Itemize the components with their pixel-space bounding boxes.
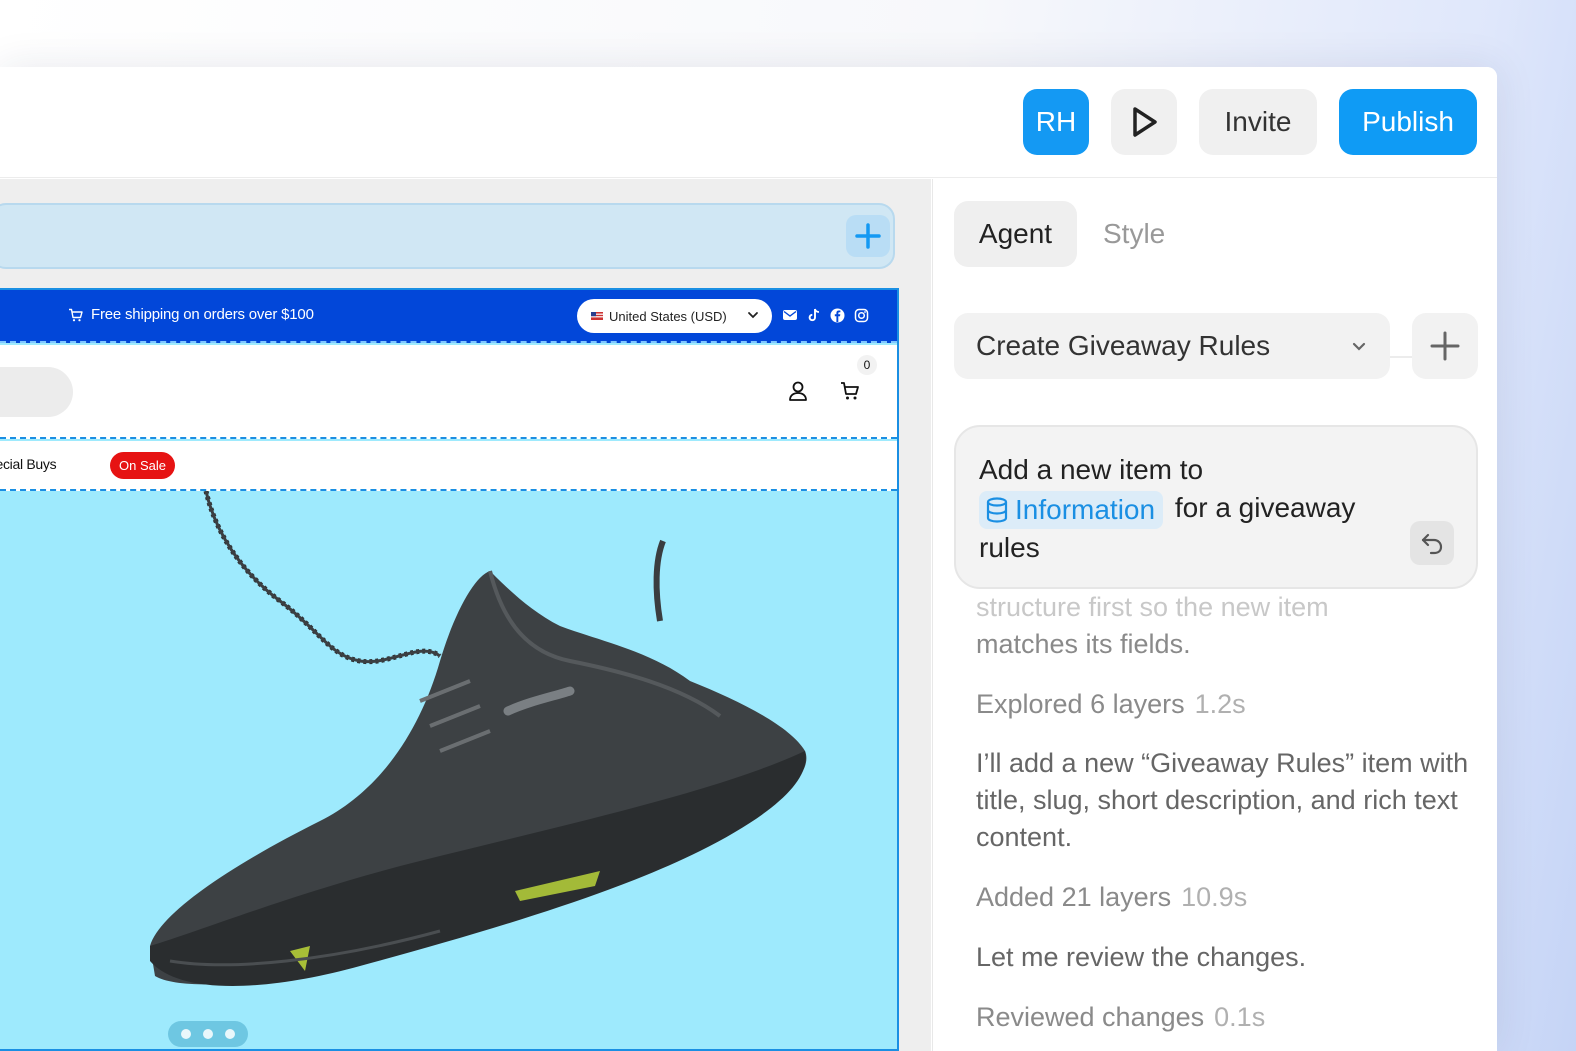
message-line-3: rules bbox=[979, 531, 1040, 563]
us-flag-icon bbox=[591, 312, 603, 320]
preview-button[interactable] bbox=[1111, 89, 1177, 155]
feed-step-reviewed: Reviewed changes 0.1s bbox=[976, 999, 1265, 1036]
tiktok-icon[interactable] bbox=[807, 308, 821, 322]
message-line-2: Information for a giveaway bbox=[979, 489, 1454, 529]
step-time: 0.1s bbox=[1214, 1002, 1266, 1032]
message-line-1: Add a new item to bbox=[979, 454, 1204, 485]
feed-step-explored: Explored 6 layers 1.2s bbox=[976, 686, 1246, 723]
country-label: United States (USD) bbox=[609, 308, 727, 324]
collection-chip-label: Information bbox=[1015, 493, 1156, 525]
task-select-label: Create Giveaway Rules bbox=[976, 330, 1271, 361]
carousel-dots[interactable] bbox=[168, 1021, 248, 1047]
instagram-icon[interactable] bbox=[854, 308, 869, 323]
agent-panel: Agent Style Create Giveaway Rules Add a … bbox=[932, 179, 1497, 1051]
feed-paragraph: I’ll add a new “Giveaway Rules” item wit… bbox=[976, 748, 1469, 852]
top-bar: RH Invite Publish bbox=[0, 67, 1497, 178]
on-sale-badge[interactable]: On Sale bbox=[110, 452, 175, 479]
shipping-notice: Free shipping on orders over $100 bbox=[68, 306, 314, 323]
facebook-icon[interactable] bbox=[830, 308, 845, 323]
mail-icon[interactable] bbox=[782, 308, 798, 322]
tab-agent[interactable]: Agent bbox=[954, 201, 1077, 267]
site-nav[interactable]: pecial Buys On Sale bbox=[0, 441, 897, 491]
undo-icon bbox=[1421, 533, 1443, 555]
canvas-area: Free shipping on orders over $100 United… bbox=[0, 179, 931, 1051]
account-icon[interactable] bbox=[788, 380, 808, 402]
feed-line: matches its fields. bbox=[976, 629, 1191, 659]
step-label: Explored 6 layers bbox=[976, 689, 1185, 719]
carousel-dot[interactable] bbox=[181, 1029, 191, 1039]
tab-style[interactable]: Style bbox=[1103, 201, 1165, 267]
play-icon bbox=[1133, 107, 1157, 137]
message-suffix: for a giveaway bbox=[1174, 492, 1356, 523]
chevron-down-icon bbox=[748, 312, 758, 319]
carousel-dot[interactable] bbox=[203, 1029, 213, 1039]
chevron-down-icon bbox=[1352, 342, 1366, 351]
new-task-button[interactable] bbox=[1412, 313, 1478, 379]
nav-item-special-buys[interactable]: pecial Buys bbox=[0, 456, 57, 472]
add-section-bar[interactable] bbox=[0, 203, 895, 269]
plus-icon bbox=[1430, 331, 1460, 361]
country-selector[interactable]: United States (USD) bbox=[577, 299, 772, 333]
plus-icon bbox=[855, 223, 881, 249]
feed-paragraph: Let me review the changes. bbox=[976, 942, 1307, 972]
step-time: 1.2s bbox=[1194, 689, 1246, 719]
publish-button[interactable]: Publish bbox=[1339, 89, 1477, 155]
cart-icon bbox=[69, 308, 83, 321]
cart-icon[interactable] bbox=[840, 381, 860, 401]
user-avatar[interactable]: RH bbox=[1023, 89, 1089, 155]
editor-window: RH Invite Publish Free shipping on order… bbox=[0, 67, 1497, 1051]
social-links bbox=[782, 308, 869, 323]
search-bar[interactable] bbox=[0, 367, 73, 417]
feed-faded-line: structure first so the new item bbox=[976, 592, 1329, 622]
hero-banner[interactable] bbox=[0, 490, 897, 1049]
step-time: 10.9s bbox=[1181, 882, 1248, 912]
shipping-text: Free shipping on orders over $100 bbox=[91, 306, 314, 323]
collection-chip[interactable]: Information bbox=[979, 490, 1164, 529]
undo-button[interactable] bbox=[1410, 521, 1454, 565]
site-header[interactable]: 0 bbox=[0, 345, 897, 439]
user-message: Add a new item to Information for a give… bbox=[954, 425, 1478, 589]
cart-count: 0 bbox=[857, 355, 877, 375]
site-preview[interactable]: Free shipping on orders over $100 United… bbox=[0, 288, 899, 1051]
sneaker-image bbox=[150, 490, 807, 986]
add-section-button[interactable] bbox=[846, 215, 890, 257]
database-icon bbox=[986, 497, 1008, 523]
announcement-bar[interactable]: Free shipping on orders over $100 United… bbox=[0, 290, 897, 343]
carousel-dot[interactable] bbox=[225, 1029, 235, 1039]
step-label: Added 21 layers bbox=[976, 882, 1172, 912]
feed-step-added: Added 21 layers 10.9s bbox=[976, 879, 1247, 916]
task-select[interactable]: Create Giveaway Rules bbox=[954, 313, 1390, 379]
step-label: Reviewed changes bbox=[976, 1002, 1205, 1032]
invite-button[interactable]: Invite bbox=[1199, 89, 1317, 155]
